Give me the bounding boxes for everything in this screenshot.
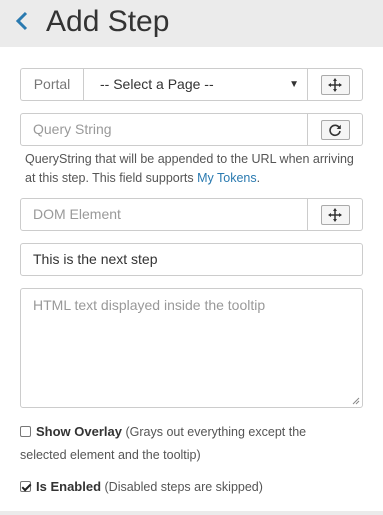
query-string-input[interactable]: Query String [20,113,308,146]
html-textarea[interactable]: HTML text displayed inside the tooltip [20,288,363,408]
crosshair-icon [328,207,342,222]
portal-label: Portal [20,68,83,101]
header-bar: Add Step [0,0,383,47]
show-overlay-desc-2: selected element and the tooltip) [20,448,201,462]
page-select-value: -- Select a Page -- [100,76,214,92]
portal-group: Portal -- Select a Page -- ▼ [20,68,363,101]
help-text-body: QueryString that will be appended to the… [25,152,354,185]
portal-target-button[interactable] [320,74,350,95]
chevron-left-icon[interactable] [14,8,30,34]
caret-down-icon: ▼ [289,79,299,90]
query-refresh-wrap [308,113,363,146]
dom-element-input[interactable]: DOM Element [20,198,308,231]
html-textarea-placeholder: HTML text displayed inside the tooltip [33,297,266,313]
help-text-end: . [256,171,261,185]
dom-group: DOM Element [20,198,363,231]
refresh-icon [329,123,341,136]
title-group: This is the next step [20,243,363,276]
dom-target-button[interactable] [320,204,350,225]
crosshair-icon [328,77,342,92]
resize-grip-icon[interactable] [352,397,360,405]
is-enabled-label[interactable]: Is Enabled [36,479,101,494]
is-enabled-checkbox[interactable] [20,481,31,492]
my-tokens-link[interactable]: My Tokens [197,171,257,185]
show-overlay-desc: (Grays out everything except the [125,425,307,439]
page-title: Add Step [46,5,170,38]
query-help-text: QueryString that will be appended to the… [25,150,355,188]
portal-target-wrap [308,68,363,101]
footer-divider [0,511,383,515]
show-overlay-row: Show Overlay (Grays out everything excep… [20,420,306,467]
is-enabled-desc: (Disabled steps are skipped) [104,480,263,494]
page-select[interactable]: -- Select a Page -- ▼ [83,68,308,101]
is-enabled-row: Is Enabled (Disabled steps are skipped) [20,475,263,499]
show-overlay-checkbox[interactable] [20,426,31,437]
query-group: Query String [20,113,363,146]
refresh-button[interactable] [320,119,350,140]
dom-target-wrap [308,198,363,231]
step-title-input[interactable]: This is the next step [20,243,363,276]
show-overlay-label[interactable]: Show Overlay [36,424,122,439]
